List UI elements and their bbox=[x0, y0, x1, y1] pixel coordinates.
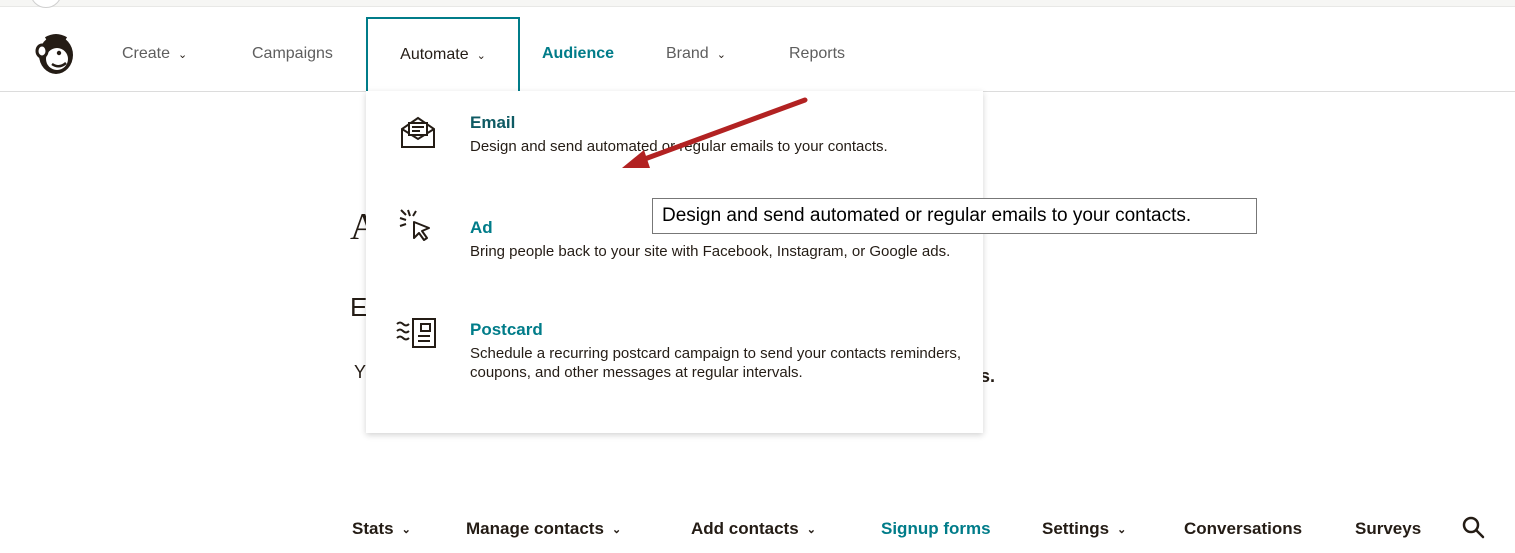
dropdown-item-description: Bring people back to your site with Face… bbox=[470, 243, 951, 260]
nav-brand-label: Brand bbox=[666, 45, 709, 62]
dropdown-item-title: Email bbox=[470, 113, 516, 132]
mailchimp-logo-icon[interactable] bbox=[32, 31, 78, 77]
annotation-arrow-icon bbox=[622, 97, 808, 168]
nav-campaigns-label: Campaigns bbox=[252, 45, 333, 62]
chevron-down-icon: ⌄ bbox=[401, 523, 411, 536]
search-icon[interactable] bbox=[1461, 515, 1485, 539]
page-subheading-partial: E bbox=[350, 292, 368, 322]
nav-audience[interactable]: Audience bbox=[542, 17, 614, 91]
chevron-down-icon: ⌄ bbox=[476, 49, 486, 62]
subnav-settings-label: Settings bbox=[1042, 519, 1110, 538]
subnav-manage-contacts[interactable]: Manage contacts ⌄ bbox=[466, 516, 621, 542]
main-nav-bar: Create ⌄ Campaigns Automate ⌄ Audience B… bbox=[0, 17, 1515, 92]
postcard-icon bbox=[396, 318, 436, 348]
avatar[interactable] bbox=[30, 0, 62, 8]
subnav-surveys-label: Surveys bbox=[1355, 519, 1422, 538]
nav-create-label: Create bbox=[122, 45, 171, 62]
nav-reports-label: Reports bbox=[789, 45, 846, 62]
page-text-partial: Y bbox=[354, 362, 367, 382]
chevron-down-icon: ⌄ bbox=[611, 523, 622, 536]
dropdown-item-description: Schedule a recurring postcard campaign t… bbox=[470, 345, 962, 381]
subnav-surveys[interactable]: Surveys bbox=[1355, 516, 1421, 542]
chevron-down-icon: ⌄ bbox=[178, 48, 188, 61]
nav-create[interactable]: Create ⌄ bbox=[122, 17, 187, 91]
subnav-conversations-label: Conversations bbox=[1184, 519, 1303, 538]
dropdown-item-title: Ad bbox=[470, 218, 493, 237]
nav-automate-label: Automate bbox=[400, 46, 469, 63]
subnav-settings[interactable]: Settings ⌄ bbox=[1042, 516, 1126, 542]
nav-brand[interactable]: Brand ⌄ bbox=[666, 17, 726, 91]
dropdown-item-title: Postcard bbox=[470, 320, 543, 339]
subnav-stats[interactable]: Stats ⌄ bbox=[352, 516, 411, 542]
subnav-signup-forms[interactable]: Signup forms bbox=[881, 516, 991, 542]
envelope-icon bbox=[401, 116, 435, 148]
subnav-manage-contacts-label: Manage contacts bbox=[466, 519, 604, 538]
subnav-stats-label: Stats bbox=[352, 519, 394, 538]
cursor-click-icon bbox=[399, 209, 430, 241]
tooltip: Design and send automated or regular ema… bbox=[652, 198, 1257, 234]
browser-top-strip bbox=[0, 0, 1515, 8]
dropdown-item-postcard[interactable]: Postcard Schedule a recurring postcard c… bbox=[366, 318, 983, 420]
chevron-down-icon: ⌄ bbox=[716, 48, 726, 61]
subnav-signup-forms-label: Signup forms bbox=[881, 519, 991, 538]
nav-audience-label: Audience bbox=[542, 45, 615, 62]
nav-reports[interactable]: Reports bbox=[789, 17, 845, 91]
chevron-down-icon: ⌄ bbox=[806, 523, 816, 536]
nav-campaigns[interactable]: Campaigns bbox=[252, 17, 333, 91]
nav-automate[interactable]: Automate ⌄ bbox=[366, 17, 520, 91]
subnav-add-contacts[interactable]: Add contacts ⌄ bbox=[691, 516, 816, 542]
subnav-add-contacts-label: Add contacts bbox=[691, 519, 799, 538]
subnav-conversations[interactable]: Conversations bbox=[1184, 516, 1302, 542]
chevron-down-icon: ⌄ bbox=[1117, 523, 1127, 536]
